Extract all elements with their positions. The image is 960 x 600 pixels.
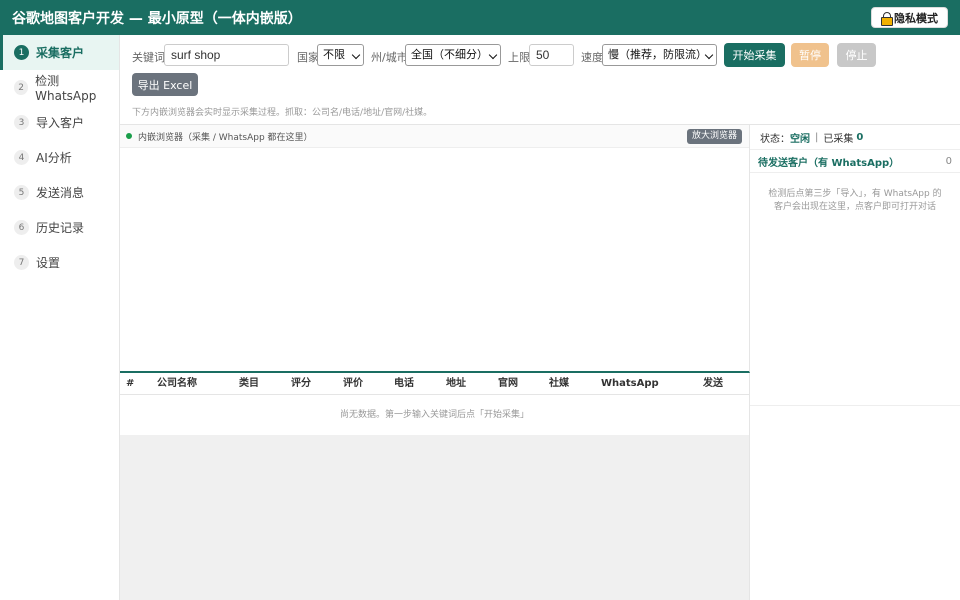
column-header: WhatsApp xyxy=(601,378,659,389)
column-header: 地址 xyxy=(446,378,466,389)
keyword-input[interactable] xyxy=(164,44,289,66)
status-label: 状态： xyxy=(760,133,790,145)
sidebar-item-history[interactable]: 6 历史记录 xyxy=(0,210,119,245)
step-number: 3 xyxy=(14,115,29,130)
keyword-label: 关键词 xyxy=(132,51,165,64)
collect-hint: 下方内嵌浏览器会实时显示采集过程。抓取：公司名/电话/地址/官网/社媒。 xyxy=(132,108,433,118)
step-number: 6 xyxy=(14,220,29,235)
zoom-browser-button[interactable]: 放大浏览器 xyxy=(686,129,742,144)
collected-label: 已采集 xyxy=(823,133,854,145)
sidebar-item-label: 发送消息 xyxy=(36,186,85,200)
sidebar-item-label: 历史记录 xyxy=(36,221,85,235)
step-number: 1 xyxy=(14,45,29,60)
privacy-mode-label: 隐私模式 xyxy=(894,11,938,25)
step-number: 2 xyxy=(14,80,29,95)
column-header: 类目 xyxy=(239,378,259,389)
region-label: 州/城市 xyxy=(371,51,408,64)
results-table: # 公司名称 类目 评分 评价 电话 地址 官网 社媒 WhatsApp 发送 … xyxy=(120,373,750,600)
column-header: 电话 xyxy=(394,378,414,389)
sidebar-item-send[interactable]: 5 发送消息 xyxy=(0,175,119,210)
limit-input[interactable] xyxy=(529,44,574,66)
column-header: 官网 xyxy=(498,378,518,389)
region-value: 全国（不细分） xyxy=(411,48,488,61)
embedded-browser[interactable]: 内嵌浏览器（采集 / WhatsApp 都在这里） 放大浏览器 xyxy=(120,125,750,373)
region-select[interactable]: 全国（不细分） xyxy=(405,44,501,66)
status-separator: | xyxy=(815,131,819,143)
column-header: 评价 xyxy=(343,378,363,389)
status-bar: 状态： 空闲 | 已采集 0 xyxy=(750,125,960,150)
privacy-mode-button[interactable]: 隐私模式 xyxy=(871,7,948,28)
step-number: 5 xyxy=(14,185,29,200)
pause-button[interactable]: 暂停 xyxy=(791,43,829,67)
send-queue-header: 待发送客户（有 WhatsApp） 0 xyxy=(750,150,960,173)
sidebar-item-label: 检测 WhatsApp xyxy=(35,74,97,103)
limit-label: 上限 xyxy=(508,51,530,64)
status-dot-icon xyxy=(126,133,132,139)
sidebar-item-label: 导入客户 xyxy=(36,116,85,130)
speed-value: 慢（推荐，防限流） xyxy=(608,48,707,61)
sidebar-item-ai-analysis[interactable]: 4 AI分析 xyxy=(0,140,119,175)
sidebar-item-label: 设置 xyxy=(36,256,61,270)
start-collect-button[interactable]: 开始采集 xyxy=(724,43,785,67)
export-excel-button[interactable]: 导出 Excel xyxy=(132,73,198,96)
table-header: # 公司名称 类目 评分 评价 电话 地址 官网 社媒 WhatsApp 发送 xyxy=(120,373,749,395)
sidebar-item-import[interactable]: 3 导入客户 xyxy=(0,105,119,140)
column-header: 公司名称 xyxy=(157,378,197,389)
collect-toolbar: 关键词 国家 不限 州/城市 全国（不细分） 上限 速度 慢（推荐，防限流） 开… xyxy=(120,35,960,125)
collected-count: 0 xyxy=(856,131,864,143)
send-queue-hint: 检测后点第三步「导入」，有 WhatsApp 的客户会出现在这里，点客户即可打开… xyxy=(750,173,960,406)
browser-header: 内嵌浏览器（采集 / WhatsApp 都在这里） 放大浏览器 xyxy=(120,125,749,148)
speed-select[interactable]: 慢（推荐，防限流） xyxy=(602,44,717,66)
chevron-down-icon xyxy=(351,50,361,60)
column-header: 评分 xyxy=(291,378,311,389)
step-number: 7 xyxy=(14,255,29,270)
step-number: 4 xyxy=(14,150,29,165)
speed-label: 速度 xyxy=(581,51,603,64)
send-queue-count: 0 xyxy=(945,155,952,167)
country-value: 不限 xyxy=(323,48,345,61)
country-label: 国家 xyxy=(297,51,319,64)
country-select[interactable]: 不限 xyxy=(317,44,364,66)
send-queue-title: 待发送客户（有 WhatsApp） xyxy=(758,157,900,169)
status-value: 空闲 xyxy=(790,133,810,145)
sidebar-item-settings[interactable]: 7 设置 xyxy=(0,245,119,280)
sidebar: 1 采集客户 2 检测 WhatsApp 3 导入客户 4 AI分析 5 发送消… xyxy=(0,35,120,600)
stop-button[interactable]: 停止 xyxy=(837,43,876,67)
column-header: # xyxy=(126,378,135,389)
table-empty-message: 尚无数据。第一步输入关键词后点「开始采集」 xyxy=(120,395,749,435)
app-title: 谷歌地图客户开发 — 最小原型（一体内嵌版） xyxy=(12,10,302,27)
title-bar: 谷歌地图客户开发 — 最小原型（一体内嵌版） 隐私模式 xyxy=(0,0,960,35)
sidebar-item-check-whatsapp[interactable]: 2 检测 WhatsApp xyxy=(0,70,119,105)
column-header: 发送 xyxy=(703,378,723,389)
chevron-down-icon xyxy=(488,50,498,60)
lock-icon xyxy=(881,11,893,26)
sidebar-item-label: 采集客户 xyxy=(36,46,85,60)
sidebar-item-collect[interactable]: 1 采集客户 xyxy=(0,35,119,70)
browser-label: 内嵌浏览器（采集 / WhatsApp 都在这里） xyxy=(138,132,313,143)
right-panel: 状态： 空闲 | 已采集 0 待发送客户（有 WhatsApp） 0 检测后点第… xyxy=(750,125,960,600)
sidebar-item-label: AI分析 xyxy=(36,151,72,165)
column-header: 社媒 xyxy=(549,378,569,389)
